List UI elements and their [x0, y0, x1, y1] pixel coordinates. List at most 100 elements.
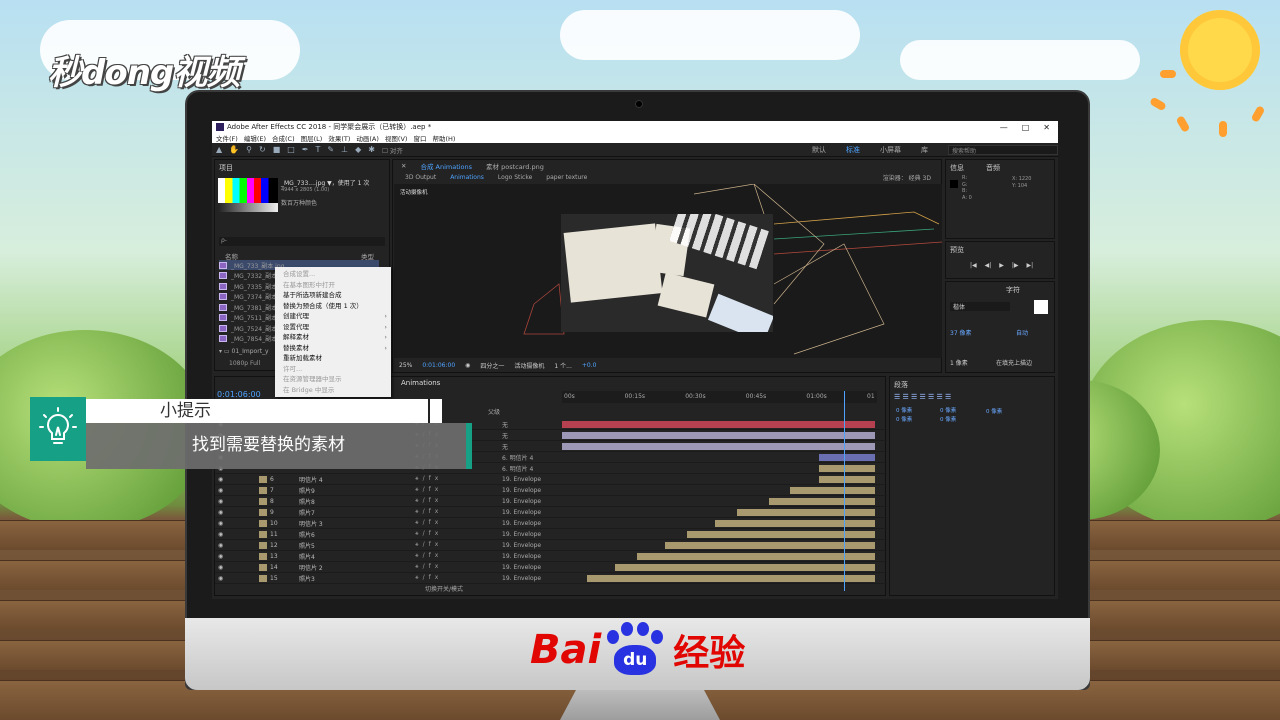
visibility-eye-icon[interactable]: ◉ [218, 487, 223, 494]
layer-duration-bar[interactable] [615, 563, 875, 571]
tab-preview[interactable]: 预览 [950, 245, 964, 255]
first-line-indent-value[interactable]: 0 像素 [986, 407, 1002, 415]
context-menu-item[interactable]: 替换为预合成（使用 1 次） [275, 301, 391, 312]
indent-left-value[interactable]: 0 像素 [896, 407, 912, 416]
composition-viewer[interactable]: 活动摄像机 [394, 184, 942, 358]
close-tab-icon[interactable]: ✕ [401, 162, 406, 170]
view-select[interactable]: 活动摄像机 [514, 361, 544, 370]
play-icon[interactable]: ▶ [999, 262, 1004, 269]
parent-select[interactable]: 19. Envelope [502, 553, 541, 560]
parent-select[interactable]: 无 [502, 431, 508, 440]
font-size-value[interactable]: 37 像素 [950, 328, 972, 337]
parent-select[interactable]: 无 [502, 442, 508, 451]
layer-duration-bar[interactable] [587, 574, 875, 582]
context-menu-item[interactable]: 解释素材 › [275, 332, 391, 343]
parent-select[interactable]: 无 [502, 420, 508, 429]
layer-duration-bar[interactable] [818, 475, 875, 483]
layer-row[interactable]: ◉ 15 照片3 ⚹/fx 19. Envelope [215, 573, 887, 584]
visibility-eye-icon[interactable]: ◉ [218, 498, 223, 505]
layer-row[interactable]: ◉ 11 照片6 ⚹/fx 19. Envelope [215, 529, 887, 540]
parent-select[interactable]: 6. 明信片 4 [502, 453, 533, 462]
layer-color-swatch[interactable] [259, 497, 267, 505]
menu-animation[interactable]: 动画(A) [356, 133, 379, 143]
layer-row[interactable]: ◉ 12 照片5 ⚹/fx 19. Envelope [215, 540, 887, 551]
playhead[interactable] [844, 391, 845, 591]
zoom-tool-icon[interactable]: ⚲ [246, 145, 252, 154]
layer-name[interactable]: 照片4 [299, 552, 315, 561]
layer-duration-bar[interactable] [687, 530, 875, 538]
menu-composition[interactable]: 合成(C) [272, 133, 295, 143]
tab-info[interactable]: 信息 [950, 163, 964, 173]
layer-color-swatch[interactable] [259, 475, 267, 483]
fill-color-swatch[interactable] [1034, 300, 1048, 314]
space-after-value[interactable]: 0 像素 [940, 416, 956, 425]
tab-audio[interactable]: 音频 [986, 163, 1000, 173]
layer-switches[interactable]: ⚹/fx [415, 552, 442, 560]
comp-entry[interactable]: 1080p Full [229, 360, 260, 367]
menu-layer[interactable]: 图层(L) [301, 133, 323, 143]
align-checkbox[interactable]: ☐ 对齐 [382, 145, 403, 155]
layer-row[interactable]: ◉ 9 照片7 ⚹/fx 19. Envelope [215, 507, 887, 518]
zoom-select[interactable]: 25% [399, 362, 412, 369]
selection-tool-icon[interactable]: ▲ [216, 145, 222, 154]
brush-tool-icon[interactable]: ✎ [327, 145, 334, 154]
text-tool-icon[interactable]: T [316, 145, 321, 154]
layer-name[interactable]: 照片8 [299, 497, 315, 506]
layer-duration-bar[interactable] [818, 453, 875, 461]
layer-name[interactable]: 照片5 [299, 541, 315, 550]
parent-select[interactable]: 19. Envelope [502, 498, 541, 505]
camera-snapshot-icon[interactable]: ◉ [465, 362, 470, 369]
tab-composition[interactable]: 合成 Animations [420, 161, 472, 171]
context-menu-item[interactable]: 替换素材 › [275, 343, 391, 354]
visibility-eye-icon[interactable]: ◉ [218, 520, 223, 527]
first-frame-icon[interactable]: |◀ [970, 262, 977, 269]
subtab-logo-sticker[interactable]: Logo Sticke [498, 174, 532, 181]
menu-view[interactable]: 视图(V) [385, 133, 408, 143]
layer-name[interactable]: 照片6 [299, 530, 315, 539]
resolution-select[interactable]: 四分之一 [480, 361, 504, 370]
visibility-eye-icon[interactable]: ◉ [218, 531, 223, 538]
maximize-button[interactable]: □ [1022, 123, 1030, 132]
stroke-mode-select[interactable]: 在填充上描边 [996, 358, 1032, 367]
tab-paragraph[interactable]: 段落 [894, 380, 908, 390]
layer-color-swatch[interactable] [259, 508, 267, 516]
parent-select[interactable]: 19. Envelope [502, 509, 541, 516]
layer-switches[interactable]: ⚹/fx [415, 519, 442, 527]
menu-effect[interactable]: 效果(T) [328, 133, 350, 143]
space-before-value[interactable]: 0 像素 [896, 416, 912, 425]
context-menu-item[interactable]: 创建代理 › [275, 311, 391, 322]
indent-right-value[interactable]: 0 像素 [940, 407, 956, 416]
layer-switches[interactable]: ⚹/fx [415, 508, 442, 516]
parent-select[interactable]: 19. Envelope [502, 487, 541, 494]
visibility-eye-icon[interactable]: ◉ [218, 553, 223, 560]
layer-row[interactable]: ◉ 14 明信片 2 ⚹/fx 19. Envelope [215, 562, 887, 573]
prev-frame-icon[interactable]: ◀| [985, 262, 992, 269]
workspace-small-screen[interactable]: 小屏幕 [880, 145, 901, 155]
timeline-tab[interactable]: Animations [401, 379, 440, 387]
renderer-setting[interactable]: 渲染器： 经典 3D [883, 173, 941, 182]
camera-tool-icon[interactable]: ■ [273, 145, 281, 154]
leading-value[interactable]: 自动 [1016, 328, 1028, 337]
layer-color-swatch[interactable] [259, 563, 267, 571]
eraser-tool-icon[interactable]: ◆ [355, 145, 361, 154]
subtab-3d-output[interactable]: 3D Output [405, 174, 436, 181]
layer-switches[interactable]: ⚹/fx [415, 541, 442, 549]
stamp-tool-icon[interactable]: ⊥ [341, 145, 348, 154]
layer-row[interactable]: ◉ 8 照片8 ⚹/fx 19. Envelope [215, 496, 887, 507]
views-count-select[interactable]: 1 个... [554, 361, 571, 370]
pin-tool-icon[interactable]: ✱ [368, 145, 375, 154]
visibility-eye-icon[interactable]: ◉ [218, 564, 223, 571]
current-time[interactable]: 0:01:06:00 [422, 362, 455, 369]
layer-color-swatch[interactable] [259, 552, 267, 560]
layer-duration-bar[interactable] [737, 508, 875, 516]
layer-switches[interactable]: ⚹/fx [415, 497, 442, 505]
layer-color-swatch[interactable] [259, 541, 267, 549]
context-menu-item[interactable]: 在 Bridge 中显示 [275, 385, 391, 396]
time-ruler[interactable]: 00s 00:15s 00:30s 00:45s 01:00s 01 [562, 391, 877, 403]
layer-duration-bar[interactable] [562, 420, 875, 428]
menu-window[interactable]: 窗口 [413, 133, 426, 143]
layer-name[interactable]: 明信片 2 [299, 563, 323, 572]
layer-switches[interactable]: ⚹/fx [415, 574, 442, 582]
layer-switches[interactable]: ⚹/fx [415, 486, 442, 494]
layer-switches[interactable]: ⚹/fx [415, 530, 442, 538]
